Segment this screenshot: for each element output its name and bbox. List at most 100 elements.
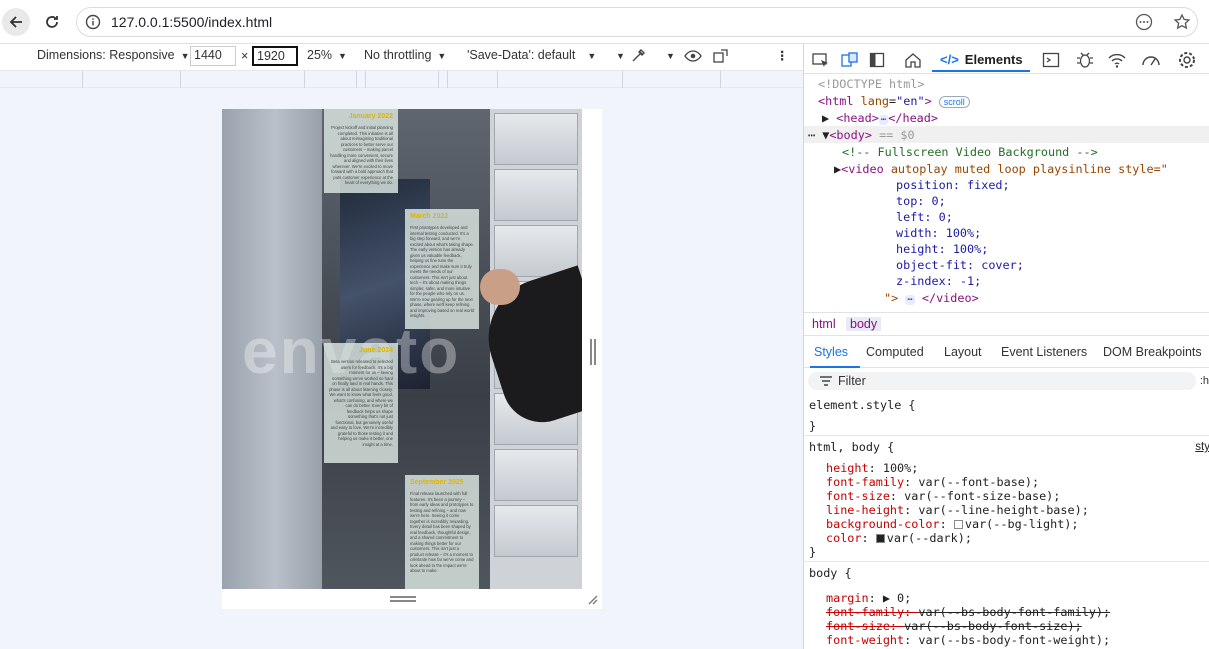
eyedropper-icon[interactable] [630,48,646,64]
reload-icon [46,16,58,28]
url-text[interactable]: 127.0.0.1:5500/index.html [111,14,272,30]
chevron-down-icon: ▼ [616,51,625,61]
more-menu-icon[interactable]: ⋮ [776,48,789,63]
resize-handle-right[interactable] [590,339,596,365]
inspect-icon[interactable] [812,52,830,68]
rotate-icon[interactable] [712,48,730,64]
tab-styles[interactable]: Styles [814,345,848,359]
zoom-select[interactable]: 25% ▼ [307,48,347,62]
card-title: March 2022 [410,213,449,220]
dom-body-node[interactable]: ⋯ ▼<body> == $0 [808,127,915,144]
breadcrumb-body[interactable]: body [846,317,882,331]
breadcrumb-html[interactable]: html [812,317,836,331]
resize-corner-icon[interactable] [586,593,598,605]
tab-layout[interactable]: Layout [944,345,982,359]
body-selector[interactable]: body { [809,566,852,580]
rule-close-brace: } [809,419,817,433]
html-body-selector[interactable]: html, body { [809,440,894,454]
dom-html-node[interactable]: <html lang="en"> scroll [818,93,970,111]
zoom-label: 25% [307,48,333,62]
styles-rules: element.style { } html, body { sty heigh… [804,396,1209,649]
tab-elements-label: Elements [964,51,1023,67]
tab-event-listeners[interactable]: Event Listeners [1001,345,1087,359]
address-bar[interactable]: 127.0.0.1:5500/index.html [76,7,1198,37]
dom-comment[interactable]: <!-- Fullscreen Video Background --> [842,144,1098,161]
hover-state-toggle[interactable]: :h [1200,375,1209,387]
media-query-ruler [0,70,803,88]
styles-subtabs: Styles Computed Layout Event Listeners D… [804,336,1209,368]
arrow-left-icon [9,16,22,28]
chevron-down-icon: ▼ [437,51,447,61]
reload-button[interactable] [38,8,66,36]
save-data-label: 'Save-Data': default [467,48,576,62]
times-sign: × [241,49,249,63]
scroll-badge[interactable]: scroll [938,96,970,108]
timeline-card: September 2025 Final release launched wi… [405,475,479,589]
css-declaration[interactable]: font-size: var(--font-size-base); [826,489,1060,503]
dom-video-node[interactable]: ▶<video autoplay muted loop playsinline … [834,161,1168,178]
css-declaration[interactable]: background-color: var(--bg-light); [826,517,1079,531]
tab-dom-breakpoints[interactable]: DOM Breakpoints [1103,345,1202,359]
info-icon[interactable] [85,14,101,30]
browser-toolbar: 127.0.0.1:5500/index.html [0,0,1209,44]
css-declaration-overridden[interactable]: font-family: var(--bs-body-font-family); [826,605,1110,619]
network-icon[interactable] [1107,51,1127,69]
dimensions-select[interactable]: Dimensions: Responsive ▼ [37,48,189,62]
capture-select[interactable]: ▼ [660,48,675,62]
code-icon: </> [940,51,959,67]
filter-icon [820,376,832,386]
stylesheet-link[interactable]: sty [1195,440,1209,454]
console-icon[interactable] [1042,51,1060,69]
eye-icon[interactable] [684,48,702,64]
tab-elements[interactable]: </> Elements [932,48,1030,72]
css-declaration[interactable]: margin: ▶ 0; [826,591,911,605]
css-declaration[interactable]: height: 100%; [826,461,918,475]
throttling-select[interactable]: No throttling ▼ [364,48,446,62]
dom-head-node[interactable]: ▶ <head> ⋯ </head> [822,110,938,129]
color-swatch[interactable] [953,520,963,529]
page-preview: envato January 2022 Project kickoff and … [222,109,582,589]
dom-style-line: width: 100%; [896,226,982,240]
settings-gear-icon[interactable] [1177,50,1197,70]
bug-icon[interactable] [1076,51,1094,69]
css-declaration-overridden[interactable]: font-size: var(--bs-body-font-size); [826,619,1082,633]
devtools-panel: </> Elements <!DOCTYPE html> <html lang=… [803,44,1209,649]
star-icon[interactable] [1173,13,1191,31]
active-tab-underline [810,366,860,368]
tab-computed[interactable]: Computed [866,345,924,359]
css-declaration[interactable]: font-weight: var(--bs-body-font-weight); [826,633,1110,647]
emulated-viewport-area: envato January 2022 Project kickoff and … [0,88,803,649]
dom-tree: <!DOCTYPE html> <html lang="en"> scroll … [804,76,1209,312]
rule-divider [804,435,1209,436]
card-body: First prototypes developed and internal … [410,225,475,318]
devtools-tabbar: </> Elements [804,44,1209,74]
height-input[interactable]: 1920 [252,46,298,66]
dom-style-line: left: 0; [896,210,953,224]
card-title: June 2024 [359,347,393,354]
color-swatch[interactable] [875,534,885,543]
chevron-down-icon: ▼ [587,51,597,61]
device-toolbar: Dimensions: Responsive ▼ 1440 × 1920 25% ▼… [0,44,803,70]
back-button[interactable] [2,8,30,36]
resize-handle-bottom[interactable] [390,596,416,602]
device-toggle-icon[interactable] [841,52,859,68]
home-icon[interactable] [904,51,922,69]
css-declaration[interactable]: font-family: var(--font-base); [826,475,1039,489]
dom-style-line: top: 0; [896,194,946,208]
timeline-card: January 2022 Project kickoff and initial… [324,109,398,193]
element-style-selector[interactable]: element.style { [809,398,916,412]
rule-close-brace: } [809,545,817,559]
width-input[interactable]: 1440 [190,46,236,66]
dom-video-close[interactable]: "> ⋯ </video> [884,290,979,309]
performance-icon[interactable] [1141,51,1161,69]
save-data-select[interactable]: 'Save-Data': default ▼ [467,48,596,62]
timeline-card: June 2024 Beta version released to selec… [324,343,398,463]
chevron-down-icon: ▼ [180,51,190,61]
page-tools-icon[interactable] [1135,13,1153,31]
css-declaration[interactable]: line-height: var(--line-height-base); [826,503,1089,517]
css-declaration[interactable]: color: var(--dark); [826,531,972,545]
styles-filter-input[interactable]: Filter [808,372,1196,390]
dom-doctype[interactable]: <!DOCTYPE html> [818,76,925,93]
dock-side-icon[interactable] [869,52,885,68]
more-options-select[interactable]: ▼ [610,48,625,62]
